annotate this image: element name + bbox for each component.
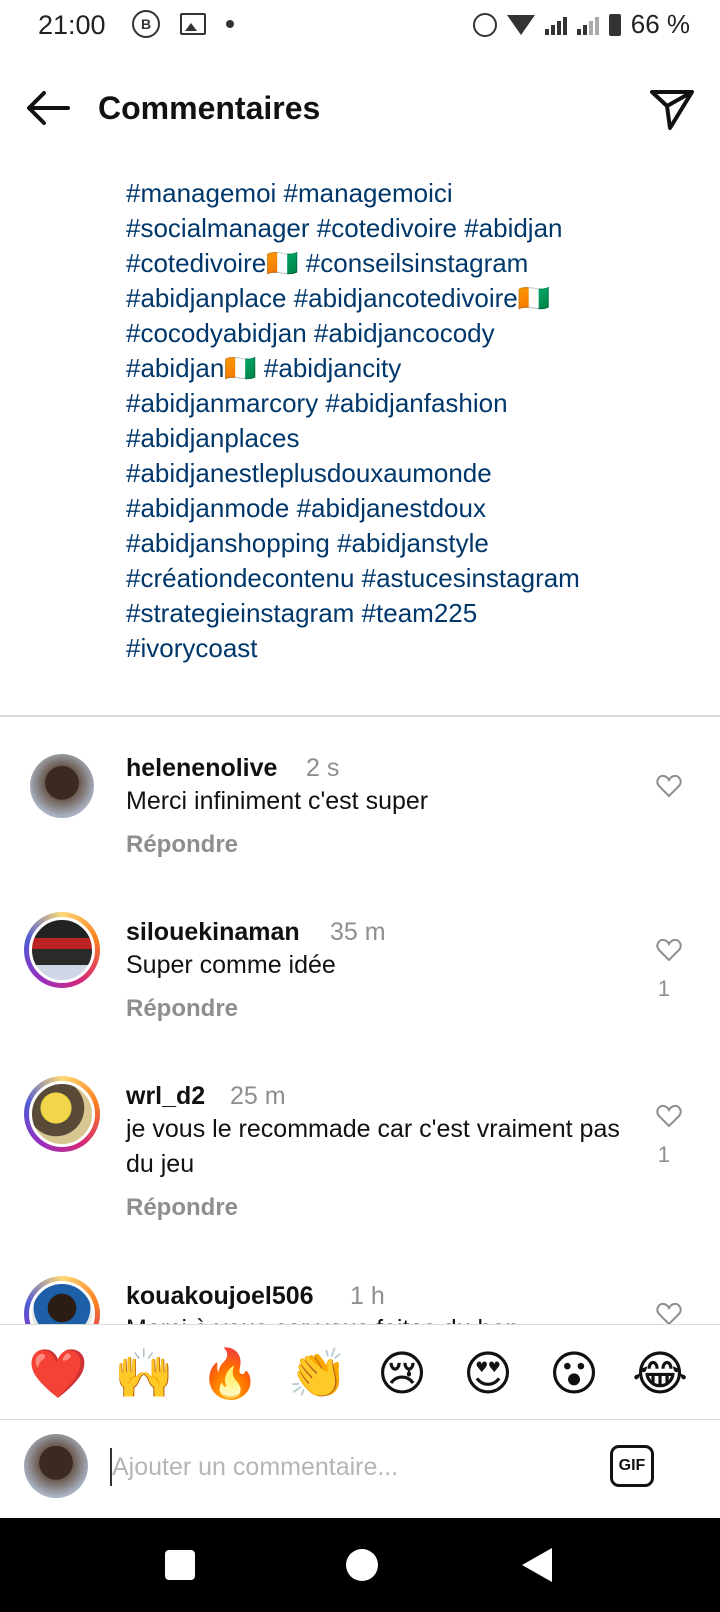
status-icons-left: B	[132, 10, 234, 38]
divider	[0, 715, 720, 717]
avatar[interactable]	[24, 912, 100, 988]
arrow-left-icon	[27, 91, 70, 125]
comment-composer: GIF	[0, 1420, 720, 1518]
caption-line[interactable]: #managemoi #managemoici	[126, 176, 706, 211]
emoji-surprised[interactable]: 😮	[546, 1347, 602, 1403]
caption-line[interactable]: #abidjanplace #abidjancotedivoire🇨🇮	[126, 281, 706, 316]
emoji-tears-of-joy[interactable]: 😂	[632, 1347, 688, 1403]
heart-icon[interactable]	[656, 1104, 682, 1128]
alarm-icon	[472, 12, 497, 37]
signal-icon-2	[576, 15, 599, 35]
avatar[interactable]	[24, 1276, 100, 1324]
caption-line[interactable]: #cocodyabidjan #abidjancocody	[126, 316, 706, 351]
like-count: 1	[657, 976, 670, 1001]
paper-plane-icon	[650, 90, 694, 130]
comment-item: silouekinaman 35 m Super comme idée Répo…	[0, 912, 720, 1062]
avatar[interactable]	[24, 1076, 100, 1152]
caption-line[interactable]: #ivorycoast	[126, 631, 706, 666]
comment-item: wrl_d2 25 m je vous le recommade car c'e…	[0, 1076, 720, 1266]
caption-line[interactable]: #strategieinstagram #team225	[126, 596, 706, 631]
comment-time: 35 m	[330, 918, 386, 946]
comment-text: Merci infiniment c'est super	[126, 787, 429, 815]
wifi-icon	[506, 14, 535, 35]
like-count: 1	[657, 1142, 670, 1167]
battery-level: 66 %	[630, 9, 690, 39]
emoji-heart-eyes[interactable]: 😍	[460, 1347, 516, 1403]
signal-icon	[544, 15, 567, 35]
status-time: 21:00	[38, 10, 106, 40]
emoji-fire[interactable]: 🔥	[200, 1347, 260, 1403]
comment-item: helenenolive 2 s Merci infiniment c'est …	[0, 748, 720, 898]
comment-time: 1 h	[350, 1282, 385, 1310]
comment-text: Super comme idée	[126, 951, 336, 979]
status-bar: 21:00 B 66 %	[0, 0, 720, 52]
emoji-heart[interactable]: ❤️	[28, 1347, 88, 1403]
emoji-sad[interactable]: 😢	[374, 1347, 430, 1403]
caption-line[interactable]: #cotedivoire🇨🇮 #conseilsinstagram	[126, 246, 706, 281]
caption-line[interactable]: #abidjanestleplusdouxaumonde	[126, 456, 706, 491]
caption-line[interactable]: #abidjanshopping #abidjanstyle	[126, 526, 706, 561]
avatar[interactable]	[24, 748, 100, 824]
comment-input[interactable]	[112, 1444, 582, 1490]
emoji-bar: ❤️ 🙌 🔥 👏 😢 😍 😮 😂	[0, 1324, 720, 1420]
emoji-raised-hands[interactable]: 🙌	[114, 1347, 174, 1403]
emoji-clapping[interactable]: 👏	[288, 1347, 348, 1403]
comment-text: je vous le recommade car c'est vraiment …	[126, 1115, 620, 1178]
image-alert-icon	[180, 13, 206, 35]
caption-line[interactable]: #créationdecontenu #astucesinstagram	[126, 561, 706, 596]
recents-button[interactable]	[165, 1550, 195, 1580]
b-circle-icon: B	[132, 10, 160, 38]
gif-button[interactable]: GIF	[610, 1445, 654, 1487]
share-button[interactable]	[646, 82, 698, 134]
caption-line[interactable]: #abidjanmarcory #abidjanfashion	[126, 386, 706, 421]
reply-button[interactable]: Répondre	[126, 831, 238, 859]
avatar	[24, 1434, 88, 1498]
comment-username[interactable]: helenenolive	[126, 754, 277, 783]
comment-time: 25 m	[230, 1082, 286, 1110]
page-title: Commentaires	[98, 90, 321, 126]
comment-item: kouakoujoel506 1 h Merci à vous car vous…	[0, 1276, 720, 1324]
caption-line[interactable]: #abidjanplaces	[126, 421, 706, 456]
back-nav-button[interactable]	[522, 1548, 552, 1582]
heart-icon[interactable]	[656, 774, 682, 798]
battery-icon	[608, 13, 621, 36]
reply-button[interactable]: Répondre	[126, 1194, 238, 1222]
comment-username[interactable]: kouakoujoel506	[126, 1282, 314, 1311]
back-button[interactable]	[22, 84, 74, 132]
comment-text: Merci à vous car vous faites du bon	[126, 1312, 646, 1324]
comment-username[interactable]: wrl_d2	[126, 1082, 205, 1111]
caption-line[interactable]: #abidjanmode #abidjanestdoux	[126, 491, 706, 526]
caption-line[interactable]: #abidjan🇨🇮 #abidjancity	[126, 351, 706, 386]
header: Commentaires	[0, 70, 720, 146]
reply-button[interactable]: Répondre	[126, 995, 238, 1023]
heart-icon[interactable]	[656, 938, 682, 962]
home-button[interactable]	[346, 1549, 378, 1581]
heart-icon[interactable]	[656, 1302, 682, 1324]
dot-icon	[226, 20, 234, 28]
comment-time: 2 s	[306, 754, 340, 782]
comment-username[interactable]: silouekinaman	[126, 918, 300, 947]
comment-list[interactable]: helenenolive 2 s Merci infiniment c'est …	[0, 720, 720, 1324]
caption-line[interactable]: #socialmanager #cotedivoire #abidjan	[126, 211, 706, 246]
system-nav-bar	[0, 1518, 720, 1612]
status-icons-right: 66 %	[472, 9, 690, 40]
post-caption: #managemoi #managemoici #socialmanager #…	[126, 176, 706, 666]
